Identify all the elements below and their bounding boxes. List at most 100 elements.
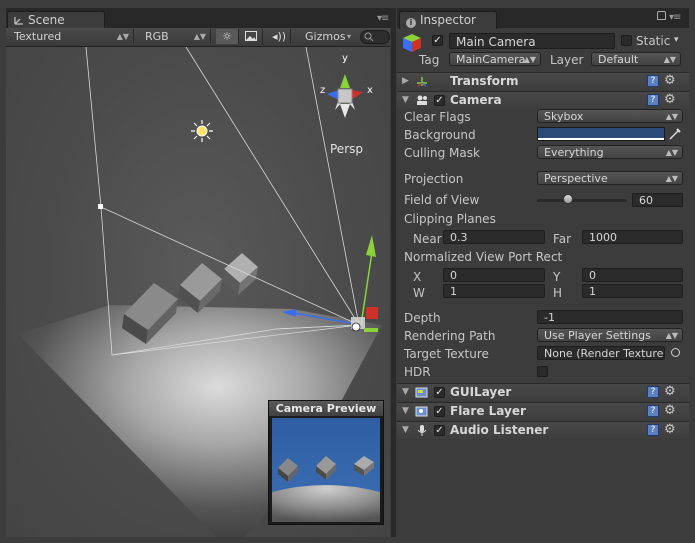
tag-dropdown[interactable]: MainCamera ▲▼	[449, 52, 541, 66]
gear-icon[interactable]: ⚙	[664, 422, 676, 437]
clear-flags-value: Skybox	[544, 110, 584, 123]
viewport-h-field[interactable]: 1	[582, 284, 683, 298]
near-label: Near	[413, 232, 442, 246]
viewport-rect-label: Normalized View Port Rect	[404, 250, 563, 264]
background-label: Background	[404, 128, 476, 142]
clipping-planes-label: Clipping Planes	[404, 212, 496, 226]
draw-mode-dropdown[interactable]: Textured ▲▼	[8, 29, 134, 44]
viewport-x-field[interactable]: 0	[443, 268, 545, 282]
audio-icon: ◂))	[271, 30, 287, 43]
rendering-path-dropdown[interactable]: Use Player Settings ▲▼	[537, 328, 683, 342]
foldout-expanded-icon[interactable]: ▼	[402, 95, 409, 105]
tab-inspector[interactable]: i Inspector	[399, 11, 497, 29]
near-field[interactable]: 0.3	[443, 230, 545, 244]
gear-icon[interactable]: ⚙	[664, 92, 676, 107]
scene-lighting-button[interactable]: ☼	[216, 29, 239, 44]
scene-toolbar: Textured ▲▼ RGB ▲▼ ☼ ◂)) Gizmos ▾	[6, 28, 390, 47]
audiolistener-enabled-checkbox[interactable]: ✓	[434, 425, 445, 436]
inspector-panel-menu-icon[interactable]: ▾≡	[669, 12, 681, 23]
draw-mode-value: Textured	[14, 30, 62, 43]
component-audiolistener-header[interactable]: ▼ ✓ Audio Listener ? ⚙	[397, 421, 689, 439]
foldout-expanded-icon[interactable]: ▼	[402, 387, 409, 397]
eyedropper-icon[interactable]	[669, 128, 681, 140]
chevron-icon: ▲▼	[665, 112, 678, 121]
help-book-icon[interactable]: ?	[647, 386, 659, 398]
gizmos-label: Gizmos	[305, 30, 346, 43]
component-camera-header[interactable]: ▼ ✓ Camera ? ⚙	[397, 91, 689, 109]
scene-overlay-button[interactable]	[240, 29, 263, 44]
viewport-x-label: X	[413, 270, 422, 284]
orientation-gizmo[interactable]	[327, 74, 363, 118]
guilayer-enabled-checkbox[interactable]: ✓	[434, 387, 445, 398]
layer-value: Default	[598, 53, 639, 66]
camera-enabled-checkbox[interactable]: ✓	[434, 95, 445, 106]
lock-icon[interactable]	[657, 11, 666, 20]
static-dropdown-arrow[interactable]: ▾	[674, 35, 679, 45]
foldout-expanded-icon[interactable]: ▼	[402, 406, 409, 416]
tab-scene[interactable]: Scene	[7, 11, 105, 29]
help-book-icon[interactable]: ?	[647, 424, 659, 436]
viewport-h-label: H	[553, 286, 563, 300]
chevron-icon: ▲▼	[116, 32, 129, 41]
gear-icon[interactable]: ⚙	[664, 403, 676, 418]
rendering-path-value: Use Player Settings	[544, 329, 651, 342]
viewport-y-label: Y	[553, 270, 561, 284]
viewport-y-field[interactable]: 0	[582, 268, 683, 282]
directional-light-icon[interactable]	[191, 120, 213, 142]
component-transform-header[interactable]: ▶ Transform ? ⚙	[397, 72, 689, 90]
search-icon	[364, 32, 374, 42]
object-picker-icon[interactable]	[671, 348, 680, 357]
sun-icon: ☼	[222, 30, 232, 43]
target-texture-field[interactable]: None (Render Texture)	[537, 346, 665, 360]
help-book-icon[interactable]: ?	[647, 75, 659, 87]
frustum-handle[interactable]	[98, 204, 103, 209]
layer-dropdown[interactable]: Default ▲▼	[591, 52, 681, 66]
panel-divider[interactable]	[391, 8, 396, 537]
far-field[interactable]: 1000	[582, 230, 683, 244]
component-guilayer-header[interactable]: ▼ ✓ GUILayer ? ⚙	[397, 383, 689, 401]
fov-slider-thumb[interactable]	[563, 194, 573, 204]
depth-label: Depth	[404, 311, 441, 325]
scene-panel-menu-icon[interactable]: ▾≡	[377, 13, 389, 24]
viewport-w-field[interactable]: 1	[443, 284, 545, 298]
gizmos-dropdown[interactable]: Gizmos ▾	[299, 29, 355, 44]
scene-icon	[14, 17, 23, 25]
culling-mask-dropdown[interactable]: Everything ▲▼	[537, 145, 683, 159]
gear-icon[interactable]: ⚙	[664, 384, 676, 399]
projection-dropdown[interactable]: Perspective ▲▼	[537, 171, 683, 185]
scene-audio-button[interactable]: ◂))	[268, 29, 291, 44]
microphone-icon	[417, 425, 427, 436]
fov-label: Field of View	[404, 193, 480, 207]
gameobject-active-checkbox[interactable]: ✓	[432, 35, 443, 46]
layer-label: Layer	[550, 53, 584, 67]
static-checkbox[interactable]	[621, 35, 632, 46]
viewport-w-label: W	[413, 286, 425, 300]
foldout-expanded-icon[interactable]: ▼	[402, 425, 409, 435]
help-book-icon[interactable]: ?	[647, 94, 659, 106]
axis-x-label: x	[367, 85, 373, 96]
fov-slider-track[interactable]	[537, 199, 627, 202]
camera-preview-image	[272, 418, 380, 522]
gameobject-name-field[interactable]: Main Camera	[449, 33, 615, 49]
component-guilayer-name: GUILayer	[450, 385, 512, 399]
projection-label[interactable]: Persp	[330, 142, 363, 156]
axis-y-label: y	[342, 53, 348, 64]
tag-value: MainCamera	[456, 53, 526, 66]
render-mode-dropdown[interactable]: RGB ▲▼	[139, 29, 211, 44]
component-flarelayer-header[interactable]: ▼ ✓ Flare Layer ? ⚙	[397, 402, 689, 420]
depth-field[interactable]: -1	[537, 310, 683, 324]
fov-field[interactable]: 60	[632, 193, 683, 207]
tag-label: Tag	[419, 53, 440, 67]
info-icon: i	[406, 18, 416, 28]
background-color-field[interactable]	[537, 127, 665, 141]
cube-2	[178, 263, 222, 313]
guilayer-icon	[415, 387, 428, 398]
hdr-checkbox[interactable]	[537, 366, 548, 377]
foldout-collapsed-icon[interactable]: ▶	[402, 76, 409, 86]
flarelayer-enabled-checkbox[interactable]: ✓	[434, 406, 445, 417]
gear-icon[interactable]: ⚙	[664, 73, 676, 88]
clear-flags-dropdown[interactable]: Skybox ▲▼	[537, 109, 683, 123]
scene-search-field[interactable]	[360, 30, 390, 44]
target-texture-label: Target Texture	[404, 347, 489, 361]
help-book-icon[interactable]: ?	[647, 405, 659, 417]
